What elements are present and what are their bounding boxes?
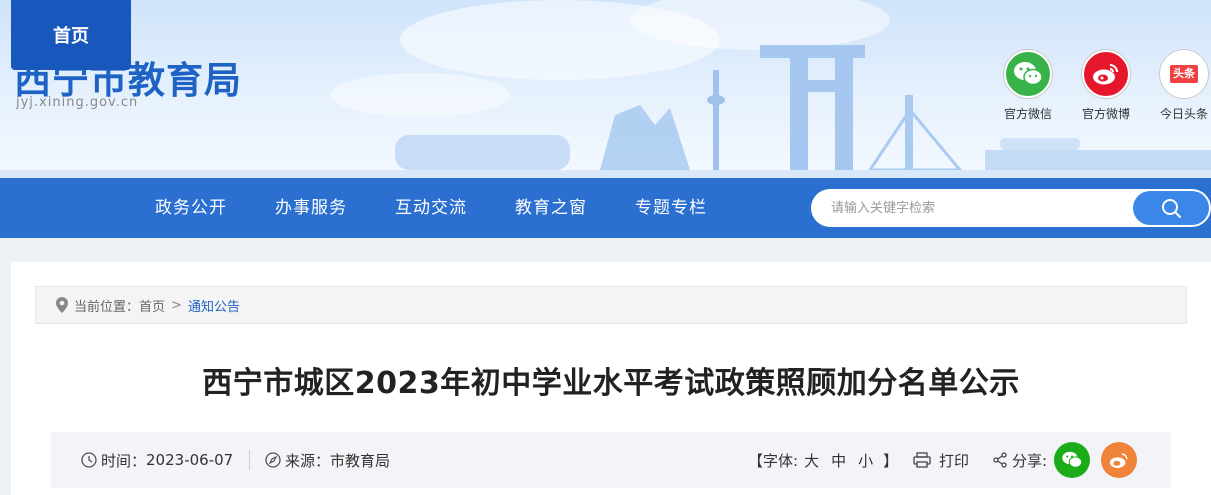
font-medium-button[interactable]: 中 <box>831 450 846 471</box>
social-label: 官方微博 <box>1081 107 1130 121</box>
weibo-icon <box>1093 64 1118 85</box>
share-icon <box>993 452 1007 468</box>
location-pin-icon <box>56 297 68 313</box>
breadcrumb-home-link[interactable]: 首页 <box>139 296 165 315</box>
time-label: 时间： <box>101 451 147 470</box>
article-meta-bar: 时间： 2023-06-07 来源： 市教育局 【字体: 大 中 小 】 打印 <box>51 432 1171 488</box>
meta-divider <box>249 450 250 470</box>
wechat-icon <box>1062 451 1083 468</box>
wechat-icon <box>1014 62 1043 86</box>
breadcrumb-prefix: 当前位置： <box>74 299 140 315</box>
article-source: 来源： 市教育局 <box>265 432 390 488</box>
social-wechat-link[interactable]: 官方微信 <box>997 50 1059 122</box>
printer-icon <box>913 452 931 468</box>
source-value: 市教育局 <box>330 451 391 470</box>
social-label: 今日头条 <box>1159 107 1208 121</box>
header-banner: 西宁市教育局 jyj.xining.gov.cn 官方微信 官方微博 头条 今日… <box>0 0 1211 178</box>
nav-item-services[interactable]: 办事服务 <box>275 178 347 238</box>
nav-item-special-topics[interactable]: 专题专栏 <box>635 178 707 238</box>
share-wechat-button[interactable] <box>1054 442 1090 478</box>
time-value: 2023-06-07 <box>146 451 234 469</box>
publish-time: 时间： 2023-06-07 <box>81 432 233 488</box>
breadcrumb-current-link[interactable]: 通知公告 <box>188 296 240 315</box>
font-close-bracket: 】 <box>883 451 899 470</box>
nav-item-gov-info[interactable]: 政务公开 <box>155 178 227 238</box>
social-label: 官方微信 <box>1003 107 1052 121</box>
share-weibo-button[interactable] <box>1101 442 1137 478</box>
social-weibo-link[interactable]: 官方微博 <box>1075 50 1137 122</box>
nav-item-interaction[interactable]: 互动交流 <box>395 178 467 238</box>
print-button[interactable]: 打印 <box>913 432 969 488</box>
search-input[interactable] <box>811 189 1131 227</box>
source-label: 来源： <box>285 451 331 470</box>
print-label: 打印 <box>939 451 970 470</box>
clock-icon <box>81 452 97 468</box>
share-label-group: 分享: <box>992 432 1047 488</box>
weibo-icon <box>1109 452 1128 468</box>
font-small-button[interactable]: 小 <box>858 450 873 471</box>
font-size-control: 【字体: 大 中 小 】 <box>748 432 898 488</box>
search-button[interactable] <box>1133 191 1209 225</box>
nav-item-education-window[interactable]: 教育之窗 <box>515 178 587 238</box>
article-title: 西宁市城区2023年初中学业水平考试政策照顾加分名单公示 <box>202 366 1020 401</box>
site-domain: jyj.xining.gov.cn <box>16 95 139 110</box>
search-icon <box>1162 199 1181 218</box>
nav-item-home[interactable]: 首页 <box>11 0 131 70</box>
breadcrumb-separator: > <box>171 297 182 313</box>
font-label: 【字体: <box>748 451 799 470</box>
font-large-button[interactable]: 大 <box>804 450 819 471</box>
breadcrumb: 当前位置： 首页 > 通知公告 <box>35 286 1187 324</box>
share-label: 分享: <box>1012 451 1048 470</box>
search-bar <box>811 189 1211 227</box>
compass-icon <box>265 452 281 468</box>
toutiao-icon: 头条 <box>1170 65 1198 83</box>
social-toutiao-link[interactable]: 头条 今日头条 <box>1153 50 1211 122</box>
